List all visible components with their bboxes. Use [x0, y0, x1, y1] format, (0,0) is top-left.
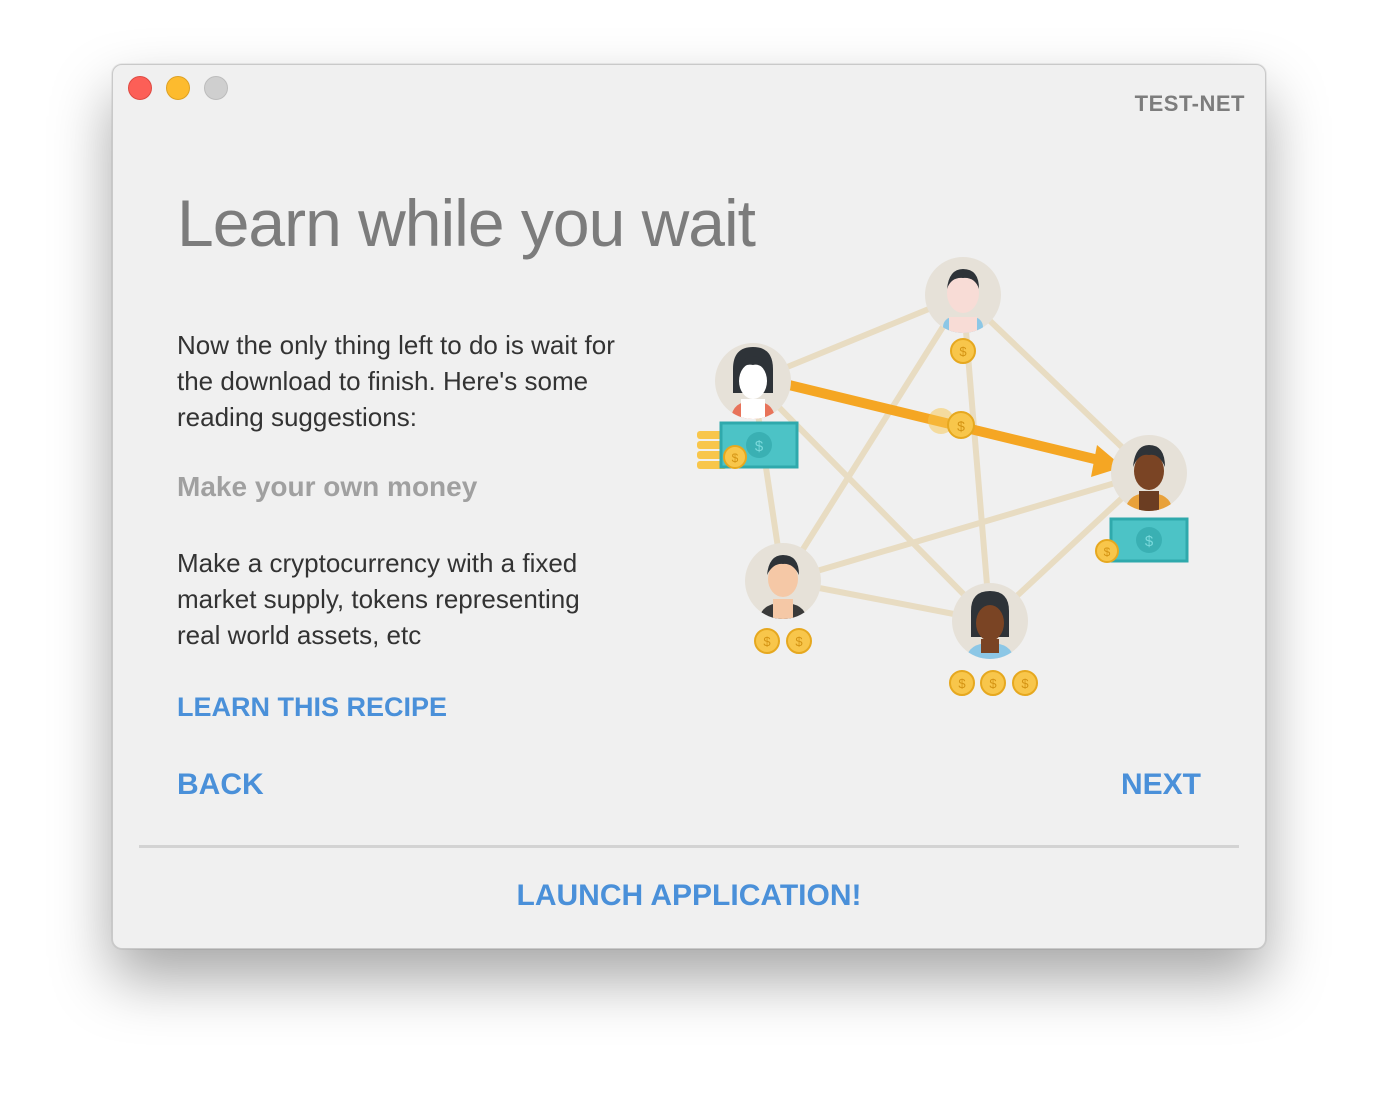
recipe-description: Make a cryptocurrency with a fixed marke…	[177, 548, 580, 650]
sender-avatar-icon	[715, 343, 791, 419]
svg-text:$: $	[755, 438, 764, 455]
svg-text:$: $	[989, 676, 997, 691]
person-avatar-icon	[952, 583, 1028, 659]
intro-text: Now the only thing left to do is wait fo…	[177, 330, 615, 432]
maximize-window-button[interactable]	[204, 76, 228, 100]
close-window-button[interactable]	[128, 76, 152, 100]
person-avatar-icon	[745, 543, 821, 619]
coin-icon: $	[950, 338, 976, 364]
next-button[interactable]: NEXT	[1121, 768, 1201, 802]
coin-icon: $	[980, 670, 1006, 696]
network-illustration: $ $ $ $ $ $ $ $ $ $ $	[697, 257, 1189, 696]
app-window: TEST-NET Learn while you wait Now the on…	[112, 64, 1266, 949]
coin-icon: $	[786, 628, 812, 654]
coin-icon: $	[1012, 670, 1038, 696]
svg-text:$: $	[958, 676, 966, 691]
page-title: Learn while you wait	[177, 186, 756, 260]
network-badge: TEST-NET	[1134, 91, 1245, 116]
coin-icon: $	[754, 628, 780, 654]
coin-icon: $	[949, 670, 975, 696]
svg-text:$: $	[795, 634, 803, 649]
recipe-title: Make your own money	[177, 471, 478, 502]
coin-icon: $	[1095, 539, 1119, 563]
footer-divider	[139, 845, 1239, 848]
svg-text:$: $	[1021, 676, 1029, 691]
window-controls	[128, 76, 228, 100]
learn-recipe-link[interactable]: LEARN THIS RECIPE	[177, 692, 447, 723]
money-bill-icon: $	[1109, 517, 1189, 563]
svg-text:$: $	[732, 451, 739, 465]
coin-icon: $	[723, 445, 747, 469]
svg-text:$: $	[763, 634, 771, 649]
back-button[interactable]: BACK	[177, 768, 264, 802]
svg-text:$: $	[1104, 545, 1111, 559]
transfer-coin-icon: $	[928, 408, 975, 439]
receiver-avatar-icon	[1111, 435, 1187, 511]
minimize-window-button[interactable]	[166, 76, 190, 100]
svg-text:$: $	[1145, 533, 1154, 550]
svg-text:$: $	[959, 344, 967, 359]
svg-text:$: $	[957, 418, 965, 434]
launch-application-button[interactable]: LAUNCH APPLICATION!	[113, 879, 1265, 913]
